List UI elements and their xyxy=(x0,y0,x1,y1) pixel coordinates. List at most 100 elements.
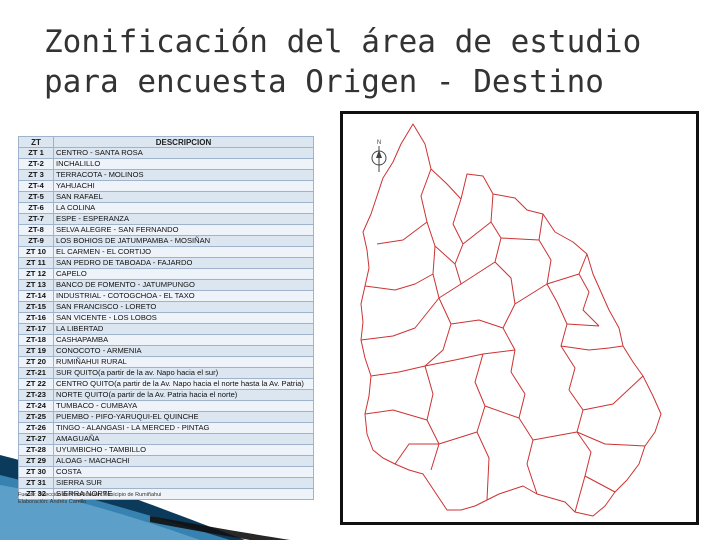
zone-line xyxy=(370,349,516,377)
table-row: ZT-17 LA LIBERTAD xyxy=(18,323,314,335)
zone-line xyxy=(514,273,580,305)
zone-line xyxy=(538,213,558,303)
zone-code-cell: ZT-6 xyxy=(18,202,54,214)
zone-description-cell: AMAGUAÑA xyxy=(53,433,314,445)
zone-line xyxy=(502,303,516,373)
zone-line xyxy=(484,405,520,419)
table-row: ZT-7 ESPE - ESPERANZA xyxy=(18,213,314,225)
zone-description-cell: EL CARMEN - EL CORTIJO xyxy=(53,246,314,258)
table-body: ZT 1 CENTRO - SANTA ROSA ZT-2 INCHALILLO ZT … xyxy=(18,147,314,500)
table-row: ZT-24 TUMBACO - CUMBAYA xyxy=(18,400,314,412)
zone-description-cell: ESPE - ESPERANZA xyxy=(53,213,314,225)
slide-title-line2: para encuesta Origen - Destino xyxy=(44,64,604,100)
zone-code-cell: ZT-15 xyxy=(18,301,54,313)
zone-line xyxy=(584,475,616,493)
header-zt: ZT xyxy=(18,136,54,148)
zone-line xyxy=(462,221,492,245)
zone-map: N xyxy=(340,111,699,525)
zone-code-cell: ZT 30 xyxy=(18,466,54,478)
table-row: ZT-16 SAN VICENTE - LOS LOBOS xyxy=(18,312,314,324)
zone-code-cell: ZT-5 xyxy=(18,191,54,203)
zone-description-cell: NORTE QUITO(a partir de la Av. Patria ha… xyxy=(53,389,314,401)
zone-line xyxy=(394,443,439,465)
zone-description-cell: SELVA ALEGRE - SAN FERNANDO xyxy=(53,224,314,236)
zone-description-cell: ALOAG - MACHACHI xyxy=(53,455,314,467)
zone-line xyxy=(556,301,576,391)
zone-description-cell: SAN VICENTE - LOS LOBOS xyxy=(53,312,314,324)
zone-code-cell: ZT 10 xyxy=(18,246,54,258)
zone-description-cell: UYUMBICHO - TAMBILLO xyxy=(53,444,314,456)
zone-description-cell: CAPELO xyxy=(53,268,314,280)
zone-description-cell: LA LIBERTAD xyxy=(53,323,314,335)
zone-code-cell: ZT-25 xyxy=(18,411,54,423)
zone-description-cell: SAN PEDRO DE TABOADA - FAJARDO xyxy=(53,257,314,269)
zone-line xyxy=(360,297,440,341)
zone-description-cell: LA COLINA xyxy=(53,202,314,214)
zone-line xyxy=(500,237,540,241)
table-row: ZT 29 ALOAG - MACHACHI xyxy=(18,455,314,467)
slide-title: Zonificación del área de estudio para en… xyxy=(44,22,684,102)
north-label: N xyxy=(377,140,381,146)
zone-line xyxy=(438,431,478,445)
zone-description-cell: CASHAPAMBA xyxy=(53,334,314,346)
zone-description-cell: CONOCOTO - ARMENIA xyxy=(53,345,314,357)
table-row: ZT 10 EL CARMEN - EL CORTIJO xyxy=(18,246,314,258)
zone-line xyxy=(568,389,592,513)
zone-description-cell: SAN RAFAEL xyxy=(53,191,314,203)
zone-code-cell: ZT-28 xyxy=(18,444,54,456)
slide-title-line1: Zonificación del área de estudio xyxy=(44,24,642,60)
zone-description-cell: BANCO DE FOMENTO - JATUMPUNGO xyxy=(53,279,314,291)
zone-code-cell: ZT-7 xyxy=(18,213,54,225)
zone-line xyxy=(452,198,464,285)
zone-description-cell: COSTA xyxy=(53,466,314,478)
zone-description-cell: LOS BOHIOS DE JATUMPAMBA - MOSIÑAN xyxy=(53,235,314,247)
table-row: ZT 30 COSTA xyxy=(18,466,314,478)
table-row: ZT-5 SAN RAFAEL xyxy=(18,191,314,203)
zone-line xyxy=(364,273,434,291)
table-row: ZT-2 INCHALILLO xyxy=(18,158,314,170)
zone-line xyxy=(582,375,644,411)
table-row: ZT 12 CAPELO xyxy=(18,268,314,280)
table-row: ZT 11 SAN PEDRO DE TABOADA - FAJARDO xyxy=(18,257,314,269)
table-row: ZT-27 AMAGUAÑA xyxy=(18,433,314,445)
source-line2: Elaboración: Andrés Carrillo xyxy=(18,499,87,505)
table-row: ZT-18 CASHAPAMBA xyxy=(18,334,314,346)
table-row: ZT-9 LOS BOHIOS DE JATUMPAMBA - MOSIÑAN xyxy=(18,235,314,247)
table-row: ZT 3 TERRACOTA - MOLINOS xyxy=(18,169,314,181)
zone-line xyxy=(566,323,600,327)
zone-description-cell: INDUSTRIAL - COTOGCHOA - EL TAXO xyxy=(53,290,314,302)
zone-code-cell: ZT 13 xyxy=(18,279,54,291)
zone-line xyxy=(376,221,428,245)
zone-code-cell: ZT-8 xyxy=(18,224,54,236)
zone-code-cell: ZT-21 xyxy=(18,367,54,379)
zone-line xyxy=(364,409,428,421)
zone-code-cell: ZT-23 xyxy=(18,389,54,401)
zone-map-drawing: N xyxy=(360,123,662,517)
header-descripcion: DESCRIPCION xyxy=(53,136,314,148)
table-row: ZT 31 SIERRA SUR xyxy=(18,477,314,489)
zone-code-cell: ZT-17 xyxy=(18,323,54,335)
zone-line xyxy=(532,431,578,441)
table-row: ZT 19 CONOCOTO - ARMENIA xyxy=(18,345,314,357)
zone-code-cell: ZT 19 xyxy=(18,345,54,357)
zone-description-cell: SIERRA SUR xyxy=(53,477,314,489)
zone-borders xyxy=(360,123,662,517)
zone-description-cell: CENTRO QUITO(a partir de la Av. Napo hac… xyxy=(53,378,314,390)
zone-description-cell: TERRACOTA - MOLINOS xyxy=(53,169,314,181)
table-row: ZT 13 BANCO DE FOMENTO - JATUMPUNGO xyxy=(18,279,314,291)
zone-code-cell: ZT-26 xyxy=(18,422,54,434)
zone-code-cell: ZT-14 xyxy=(18,290,54,302)
zone-code-cell: ZT 12 xyxy=(18,268,54,280)
zone-description-cell: TUMBACO - CUMBAYA xyxy=(53,400,314,412)
zone-description-cell: TINGO - ALANGASI - LA MERCED - PINTAG xyxy=(53,422,314,434)
table-row: ZT-15 SAN FRANCISCO - LORETO xyxy=(18,301,314,313)
zone-description-cell: SAN FRANCISCO - LORETO xyxy=(53,301,314,313)
outer-boundary xyxy=(360,123,662,517)
zone-description-cell: INCHALILLO xyxy=(53,158,314,170)
zone-description-cell: YAHUACHI xyxy=(53,180,314,192)
north-arrow-icon: N xyxy=(371,140,387,172)
zones-table: ZT DESCRIPCION ZT 1 CENTRO - SANTA ROSA ZT… xyxy=(18,136,314,500)
table-header-row: ZT DESCRIPCION xyxy=(18,136,314,148)
table-source: Fuente: Dirección de Planificación Munic… xyxy=(18,492,314,506)
zone-code-cell: ZT-4 xyxy=(18,180,54,192)
